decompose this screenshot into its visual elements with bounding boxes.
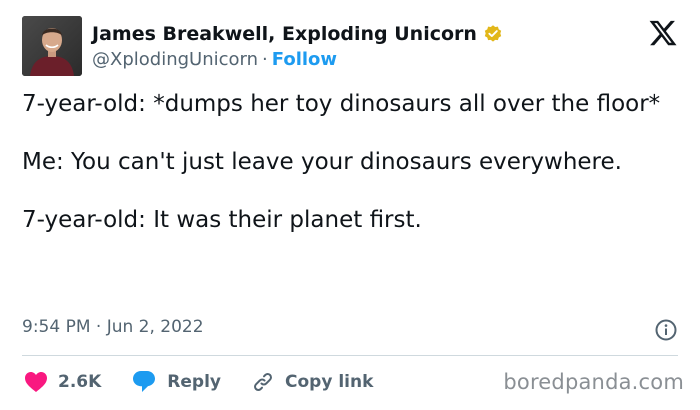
copy-link-button[interactable]: Copy link <box>251 370 373 394</box>
author-info: James Breakwell, Exploding Unicorn @Xplo… <box>92 22 503 70</box>
tweet-paragraph: Me: You can't just leave your dinosaurs … <box>22 149 622 175</box>
tweet-paragraph: 7-year-old: It was their planet first. <box>22 207 422 233</box>
author-handle-row: @XplodingUnicorn · Follow <box>92 49 503 70</box>
tweet-header: James Breakwell, Exploding Unicorn @Xplo… <box>22 16 682 80</box>
reply-bubble-icon <box>133 371 156 392</box>
author-handle[interactable]: @XplodingUnicorn <box>92 49 258 70</box>
avatar-photo <box>22 16 82 76</box>
heart-icon <box>25 372 47 392</box>
action-bar: 2.6K Reply Copy link <box>24 368 403 396</box>
reply-button[interactable]: Reply <box>131 370 221 394</box>
link-icon <box>254 373 272 391</box>
watermark: boredpanda.com <box>503 370 684 394</box>
reply-label: Reply <box>167 372 221 392</box>
copy-link-label: Copy link <box>285 372 374 392</box>
info-icon[interactable] <box>654 318 678 342</box>
x-logo-icon[interactable] <box>648 18 678 48</box>
avatar[interactable] <box>22 16 82 76</box>
divider <box>22 355 678 356</box>
timestamp-row: 9:54 PM · Jun 2, 2022 <box>22 317 678 343</box>
author-name-row: James Breakwell, Exploding Unicorn <box>92 22 503 46</box>
tweet-text: 7-year-old: *dumps her toy dinosaurs all… <box>22 90 682 235</box>
verified-badge-icon <box>483 24 503 44</box>
tweet-paragraph: 7-year-old: *dumps her toy dinosaurs all… <box>22 91 661 117</box>
tweet-card: James Breakwell, Exploding Unicorn @Xplo… <box>0 0 700 410</box>
handle-separator: · <box>262 49 268 70</box>
tweet-timestamp[interactable]: 9:54 PM · Jun 2, 2022 <box>22 317 204 337</box>
like-button[interactable]: 2.6K <box>24 371 101 393</box>
author-display-name[interactable]: James Breakwell, Exploding Unicorn <box>92 23 477 45</box>
like-count: 2.6K <box>58 372 102 392</box>
follow-button[interactable]: Follow <box>272 49 337 70</box>
